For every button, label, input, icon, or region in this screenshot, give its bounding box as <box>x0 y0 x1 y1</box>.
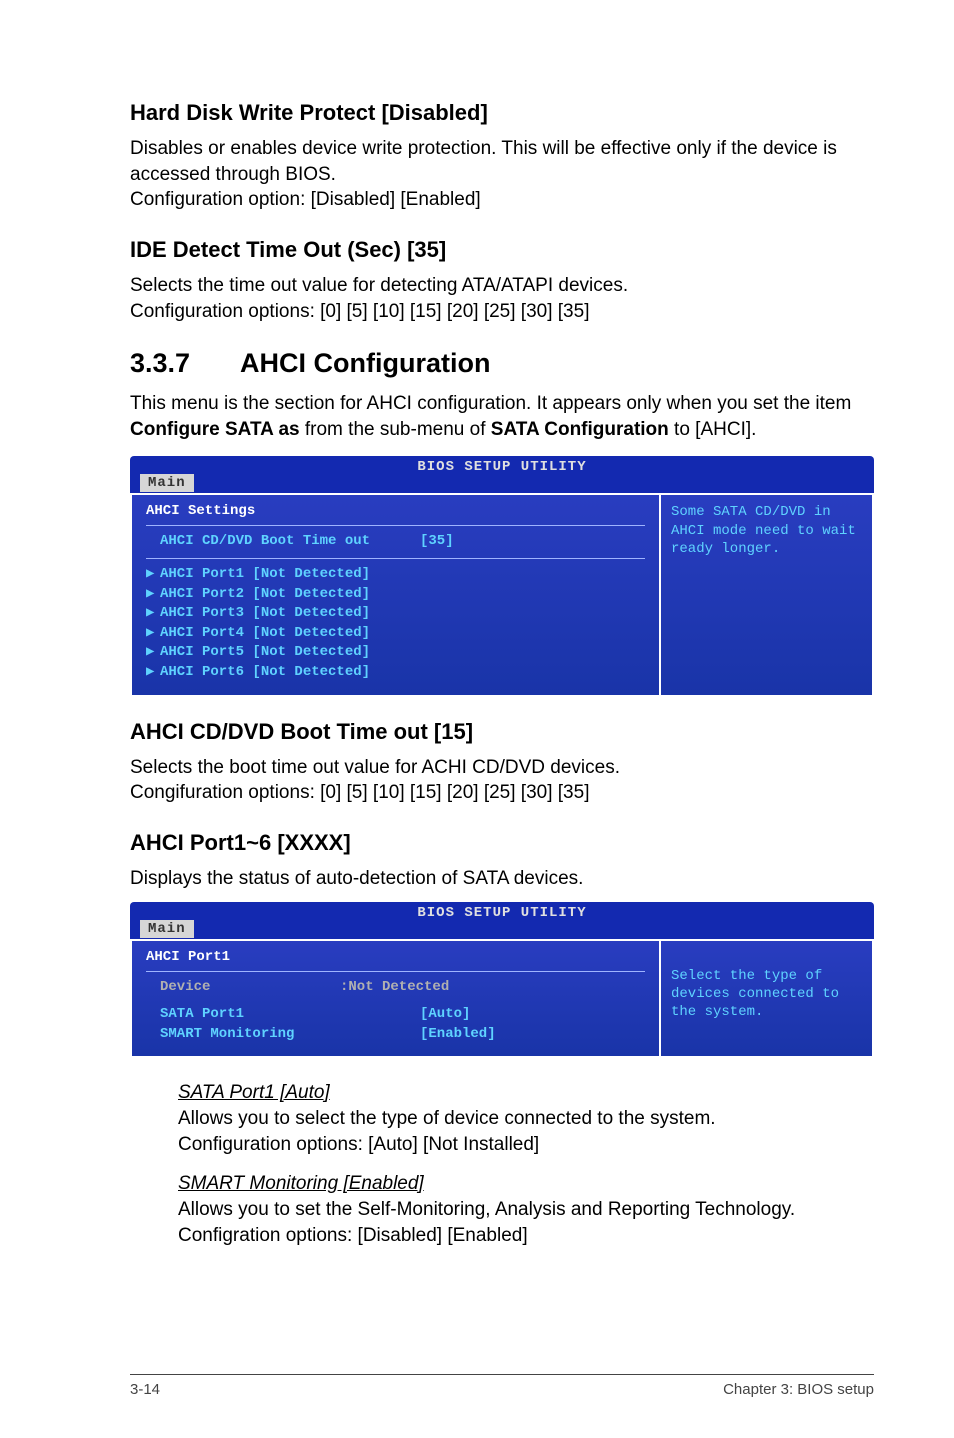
text: Disables or enables device write protect… <box>130 138 837 185</box>
subsection-sata-port1: SATA Port1 [Auto] Allows you to select t… <box>130 1080 874 1157</box>
bios-help-pane: Some SATA CD/DVD in AHCI mode need to wa… <box>659 493 874 696</box>
spacer <box>146 1005 160 1025</box>
bios-title: BIOS SETUP UTILITY <box>417 459 586 475</box>
bios-item-smart-monitoring[interactable]: SMART Monitoring <box>160 1025 340 1045</box>
bios-help-text: Some SATA CD/DVD in AHCI mode need to wa… <box>671 504 856 556</box>
bios-header: BIOS SETUP UTILITY Main <box>130 456 874 493</box>
submenu-marker-icon: ▶ <box>146 643 160 663</box>
heading-ahci-cddvd-boot-time-out: AHCI CD/DVD Boot Time out [15] <box>130 719 874 745</box>
text: This menu is the section for AHCI config… <box>130 393 851 414</box>
spacer <box>146 1025 160 1045</box>
spacer <box>146 978 160 998</box>
text-bold: Configure SATA as <box>130 419 300 440</box>
subsection-title: SATA Port1 [Auto] <box>178 1082 330 1103</box>
bios-left-pane: AHCI Settings AHCI CD/DVD Boot Time out … <box>130 493 659 696</box>
heading-ahci-configuration: 3.3.7AHCI Configuration <box>130 348 874 379</box>
submenu-marker-icon: ▶ <box>146 663 160 683</box>
text: Configuration option: [Disabled] [Enable… <box>130 189 481 210</box>
paragraph: Selects the boot time out value for ACHI… <box>130 755 874 806</box>
paragraph: This menu is the section for AHCI config… <box>130 391 874 442</box>
bios-item-port6[interactable]: AHCI Port6 [Not Detected] <box>160 663 370 683</box>
bios-section-title: AHCI Port1 <box>146 949 645 965</box>
bios-item-port5[interactable]: AHCI Port5 [Not Detected] <box>160 643 370 663</box>
bios-help-pane: Select the type of devices connected to … <box>659 939 874 1059</box>
bios-panel-ahci-port1: BIOS SETUP UTILITY Main AHCI Port1 Devic… <box>130 902 874 1059</box>
bios-item-sata-port1[interactable]: SATA Port1 <box>160 1005 340 1025</box>
section-number: 3.3.7 <box>130 348 240 379</box>
bios-panel-ahci-settings: BIOS SETUP UTILITY Main AHCI Settings AH… <box>130 456 874 696</box>
heading-ahci-port1-6: AHCI Port1~6 [XXXX] <box>130 830 874 856</box>
text: Configuration options: [0] [5] [10] [15]… <box>130 301 589 322</box>
paragraph: Selects the time out value for detecting… <box>130 273 874 324</box>
bios-item-port3[interactable]: AHCI Port3 [Not Detected] <box>160 604 370 624</box>
bios-left-pane: AHCI Port1 Device :Not Detected SATA Por… <box>130 939 659 1059</box>
text: Congifuration options: [0] [5] [10] [15]… <box>130 782 589 803</box>
section-title: AHCI Configuration <box>240 348 490 378</box>
chapter-label: Chapter 3: BIOS setup <box>723 1381 874 1398</box>
bios-section-title: AHCI Settings <box>146 503 645 519</box>
bios-title: BIOS SETUP UTILITY <box>417 905 586 921</box>
bios-header: BIOS SETUP UTILITY Main <box>130 902 874 939</box>
submenu-marker-icon: ▶ <box>146 585 160 605</box>
paragraph: Displays the status of auto-detection of… <box>130 866 874 892</box>
text: to [AHCI]. <box>669 419 757 440</box>
subsection-smart-monitoring: SMART Monitoring [Enabled] Allows you to… <box>130 1171 874 1248</box>
bios-value-sata-port1: [Auto] <box>420 1005 470 1025</box>
bios-value-boot-time: [35] <box>420 532 454 552</box>
bios-value-device: :Not Detected <box>340 978 449 998</box>
submenu-marker-icon: ▶ <box>146 624 160 644</box>
subsection-title: SMART Monitoring [Enabled] <box>178 1173 424 1194</box>
text: Allows you to select the type of device … <box>178 1108 716 1129</box>
bios-help-text: Select the type of devices connected to … <box>671 968 839 1020</box>
text: Configration options: [Disabled] [Enable… <box>178 1225 528 1246</box>
page-footer: 3-14 Chapter 3: BIOS setup <box>130 1374 874 1398</box>
text: Configuration options: [Auto] [Not Insta… <box>178 1134 539 1155</box>
paragraph: Disables or enables device write protect… <box>130 136 874 213</box>
text: Selects the time out value for detecting… <box>130 275 628 296</box>
text-bold: SATA Configuration <box>491 419 669 440</box>
page-number: 3-14 <box>130 1381 160 1398</box>
bios-item-port2[interactable]: AHCI Port2 [Not Detected] <box>160 585 370 605</box>
text: Allows you to set the Self-Monitoring, A… <box>178 1199 795 1220</box>
bios-tab-main[interactable]: Main <box>140 920 194 938</box>
submenu-marker-icon: ▶ <box>146 565 160 585</box>
text: from the sub-menu of <box>300 419 491 440</box>
bios-item-boot-time[interactable]: AHCI CD/DVD Boot Time out <box>160 532 420 552</box>
bios-value-smart-monitoring: [Enabled] <box>420 1025 496 1045</box>
bios-item-device: Device <box>160 978 340 998</box>
text: Selects the boot time out value for ACHI… <box>130 757 620 778</box>
heading-ide-detect-time-out: IDE Detect Time Out (Sec) [35] <box>130 237 874 263</box>
spacer <box>146 532 160 552</box>
submenu-marker-icon: ▶ <box>146 604 160 624</box>
heading-hard-disk-write-protect: Hard Disk Write Protect [Disabled] <box>130 100 874 126</box>
bios-item-port1[interactable]: AHCI Port1 [Not Detected] <box>160 565 370 585</box>
bios-item-port4[interactable]: AHCI Port4 [Not Detected] <box>160 624 370 644</box>
bios-tab-main[interactable]: Main <box>140 474 194 492</box>
